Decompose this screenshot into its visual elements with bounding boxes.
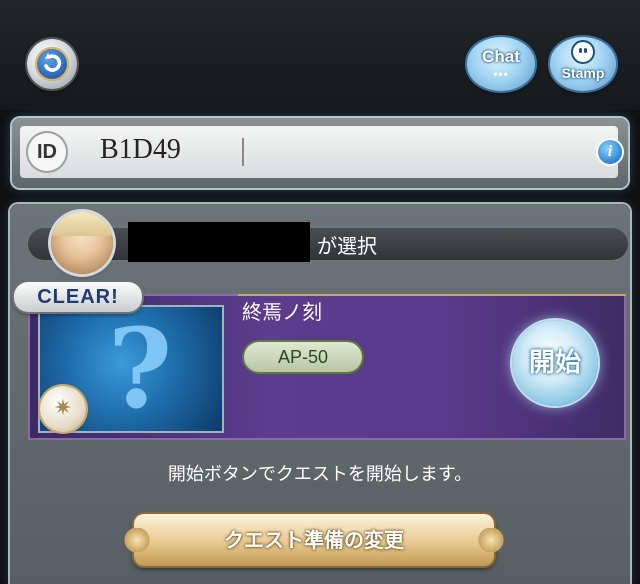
- id-panel: ID B1D49 i: [12, 118, 628, 188]
- refresh-icon: [35, 47, 69, 81]
- selected-label: が選択: [317, 234, 377, 258]
- id-badge: ID: [28, 133, 66, 171]
- start-button[interactable]: 開始: [512, 320, 598, 406]
- chat-dots-icon: •••: [493, 67, 509, 81]
- id-value: B1D49: [100, 134, 181, 165]
- top-bar: [0, 0, 640, 110]
- stamp-button[interactable]: Stamp: [550, 37, 616, 91]
- info-icon[interactable]: i: [598, 140, 622, 164]
- smiley-face-icon: [573, 42, 593, 62]
- chat-button[interactable]: Chat •••: [467, 37, 535, 91]
- clear-badge: CLEAR!: [14, 282, 142, 312]
- light-element-icon: ✷: [40, 386, 86, 432]
- refresh-button[interactable]: [27, 39, 77, 89]
- chat-label: Chat: [482, 47, 520, 66]
- ap-cost-badge: AP-50: [244, 342, 362, 372]
- hint-text: 開始ボタンでクエストを開始します。: [167, 464, 473, 485]
- id-input-field[interactable]: ID B1D49 i: [20, 126, 622, 178]
- quest-title: 終焉ノ刻: [242, 300, 322, 324]
- redacted-player-name: [128, 222, 310, 262]
- stamp-label: Stamp: [561, 65, 605, 81]
- change-quest-prep-button[interactable]: クエスト準備の変更: [124, 514, 504, 566]
- avatar: [51, 212, 113, 274]
- text-cursor: [242, 138, 244, 166]
